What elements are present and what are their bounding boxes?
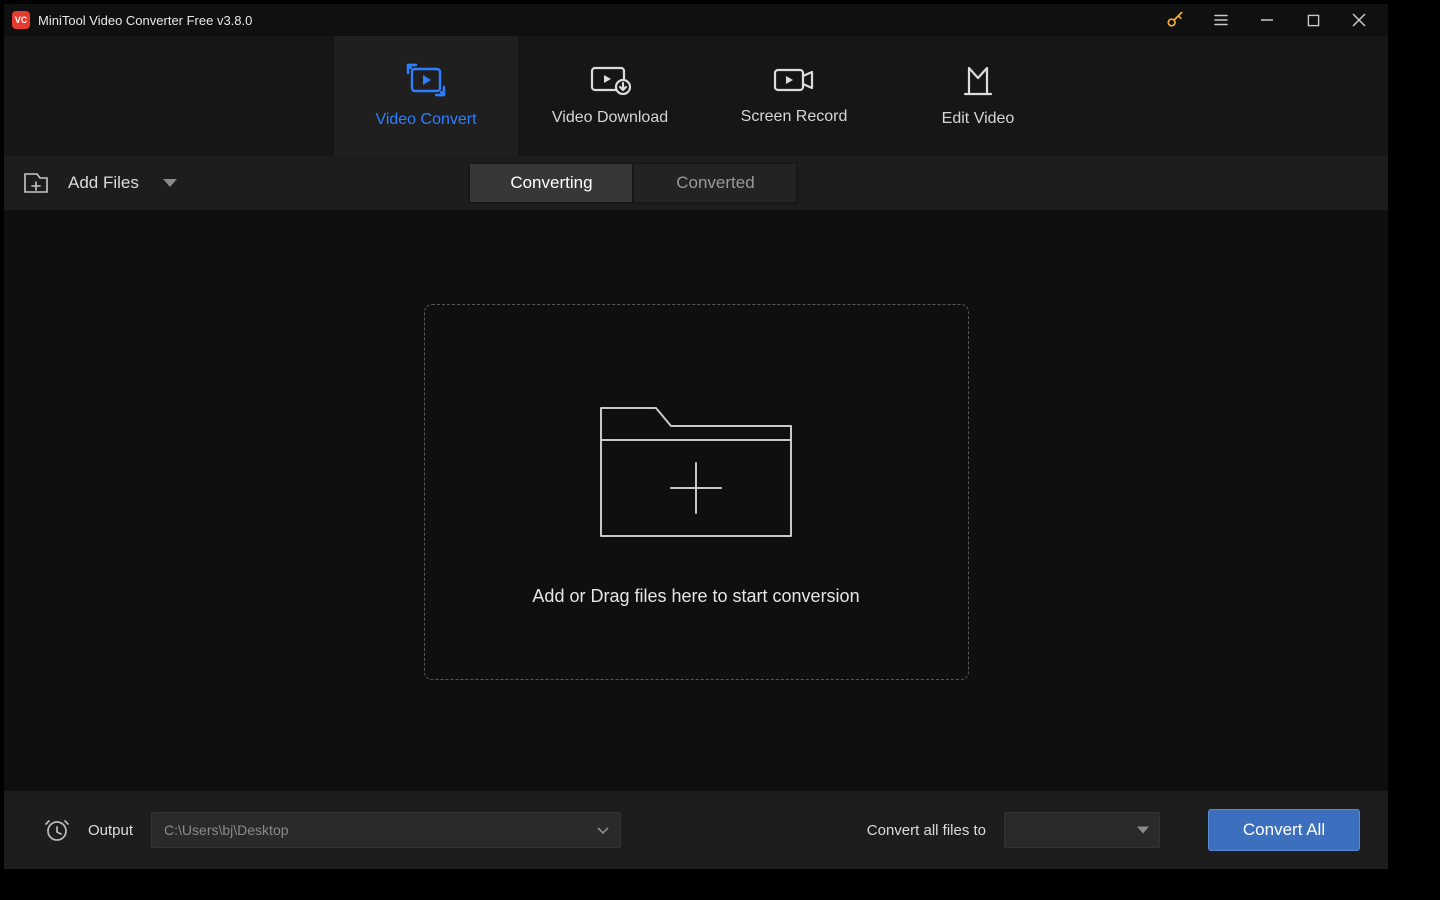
chevron-down-icon [1137,827,1149,834]
convert-all-files-to-label: Convert all files to [867,822,986,839]
screen-record-icon [772,66,816,94]
footer: Output C:\Users\bj\Desktop Convert all f… [4,791,1388,869]
app-logo-icon: VC [12,11,30,29]
chevron-down-icon [163,179,177,187]
maximize-icon [1307,14,1320,27]
segment-label: Converting [510,173,592,193]
dropzone[interactable]: Add or Drag files here to start conversi… [424,304,969,680]
toolbar: Add Files Converting Converted [4,156,1388,210]
tab-video-download[interactable]: Video Download [518,36,702,156]
video-download-icon [589,65,631,95]
segment-converting[interactable]: Converting [469,163,633,203]
tab-label: Video Download [552,109,668,127]
tab-video-convert[interactable]: Video Convert [334,36,518,156]
convert-all-button[interactable]: Convert All [1208,809,1360,851]
output-format-select[interactable] [1004,812,1160,848]
output-path-select[interactable]: C:\Users\bj\Desktop [151,812,621,848]
app-title: MiniTool Video Converter Free v3.8.0 [38,13,252,28]
key-icon [1165,10,1185,30]
clock-icon[interactable] [44,817,70,843]
app-window: VC MiniTool Video Converter Free v3.8.0 [4,4,1388,869]
minimize-icon [1260,13,1274,27]
convert-all-label: Convert All [1243,820,1325,840]
segment-label: Converted [676,173,754,193]
tab-label: Video Convert [375,111,476,129]
close-button[interactable] [1336,4,1382,36]
hamburger-icon [1212,11,1230,29]
main-area: Add or Drag files here to start conversi… [4,210,1388,791]
chevron-down-icon [596,823,610,837]
minimize-button[interactable] [1244,4,1290,36]
add-file-icon [22,171,50,195]
add-files-button[interactable]: Add Files [22,171,177,195]
output-path-value: C:\Users\bj\Desktop [164,822,288,838]
menu-button[interactable] [1198,4,1244,36]
close-icon [1352,13,1366,27]
add-files-label: Add Files [68,173,139,193]
main-nav: Video Convert Video Download Screen Reco… [4,36,1388,156]
titlebar: VC MiniTool Video Converter Free v3.8.0 [4,4,1388,36]
upgrade-key-button[interactable] [1152,4,1198,36]
maximize-button[interactable] [1290,4,1336,36]
segment-converted[interactable]: Converted [633,163,797,203]
dropzone-message: Add or Drag files here to start conversi… [532,586,859,607]
tab-edit-video[interactable]: Edit Video [886,36,1070,156]
folder-add-icon [591,378,801,548]
tab-label: Edit Video [942,110,1015,128]
edit-video-icon [963,64,993,96]
video-convert-icon [406,63,446,97]
tab-label: Screen Record [741,108,848,126]
tab-screen-record[interactable]: Screen Record [702,36,886,156]
status-tabs: Converting Converted [468,162,798,204]
output-label: Output [88,822,133,839]
